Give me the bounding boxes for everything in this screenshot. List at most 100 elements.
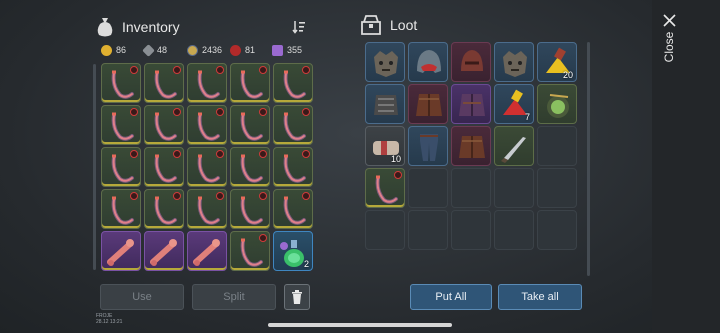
red-helmet-icon bbox=[461, 50, 483, 71]
new-item-badge bbox=[216, 66, 224, 74]
red-token-icon bbox=[230, 44, 241, 56]
delete-button[interactable] bbox=[284, 284, 310, 310]
loot-slot-empty[interactable] bbox=[537, 168, 577, 208]
loot-slot-red-helmet[interactable] bbox=[451, 42, 491, 82]
loot-scrollbar[interactable] bbox=[587, 42, 590, 276]
bone-icon bbox=[107, 239, 134, 266]
device-info: FROJE 28.12 13:21 bbox=[96, 313, 122, 325]
inventory-slot-horn[interactable] bbox=[187, 63, 227, 103]
inventory-slot-horn[interactable] bbox=[144, 189, 184, 229]
new-item-badge bbox=[216, 108, 224, 116]
inventory-slot-horn[interactable] bbox=[273, 63, 313, 103]
loot-slot-green-orb[interactable] bbox=[537, 84, 577, 124]
inventory-slot-horn[interactable] bbox=[230, 105, 270, 145]
inventory-slot-horn[interactable] bbox=[187, 189, 227, 229]
inventory-slot-horn[interactable] bbox=[273, 189, 313, 229]
inventory-slot-bone[interactable] bbox=[187, 231, 227, 271]
inventory-slot-horn[interactable] bbox=[187, 147, 227, 187]
new-item-badge bbox=[173, 108, 181, 116]
inventory-title: Inventory bbox=[122, 19, 180, 35]
loot-slot-empty[interactable] bbox=[408, 210, 448, 250]
inventory-slot-bone[interactable] bbox=[101, 231, 141, 271]
loot-slot-empty[interactable] bbox=[494, 168, 534, 208]
item-quantity: 10 bbox=[390, 154, 401, 164]
new-item-badge bbox=[173, 150, 181, 158]
loot-slot-empty[interactable] bbox=[537, 126, 577, 166]
loot-slot-wolf-helmet[interactable] bbox=[494, 42, 534, 82]
inventory-slot-horn[interactable] bbox=[230, 189, 270, 229]
loot-slot-leather-jacket[interactable] bbox=[451, 126, 491, 166]
inventory-slot-horn[interactable] bbox=[273, 147, 313, 187]
currency-value: 81 bbox=[245, 45, 256, 55]
inventory-slot-horn[interactable] bbox=[144, 105, 184, 145]
loot-slot-bandage[interactable]: 10 bbox=[365, 126, 405, 166]
loot-header: Loot bbox=[360, 14, 417, 36]
loot-slot-hood[interactable] bbox=[408, 42, 448, 82]
inventory-slot-horn[interactable] bbox=[230, 231, 270, 271]
loot-slot-chest-armor[interactable] bbox=[365, 84, 405, 124]
device-timestamp: 28.12 13:21 bbox=[96, 319, 123, 325]
close-label[interactable]: Close bbox=[662, 23, 676, 71]
new-item-badge bbox=[259, 150, 267, 158]
home-indicator[interactable] bbox=[268, 323, 452, 327]
loot-title: Loot bbox=[390, 17, 418, 33]
currency-value: 48 bbox=[157, 45, 168, 55]
inventory-slot-horn[interactable] bbox=[144, 147, 184, 187]
put-all-button[interactable]: Put All bbox=[410, 284, 492, 310]
inventory-slot-horn[interactable] bbox=[230, 63, 270, 103]
inventory-scrollbar[interactable] bbox=[93, 64, 96, 270]
new-item-badge bbox=[259, 192, 267, 200]
inventory-slot-bone[interactable] bbox=[144, 231, 184, 271]
loot-slot-empty[interactable] bbox=[451, 210, 491, 250]
inventory-slot-horn[interactable] bbox=[101, 105, 141, 145]
new-item-badge bbox=[130, 108, 138, 116]
use-button[interactable]: Use bbox=[100, 284, 184, 310]
leather-jacket-icon bbox=[416, 94, 442, 116]
item-quantity: 7 bbox=[524, 112, 530, 122]
loot-slot-yellow-powder[interactable]: 20 bbox=[537, 42, 577, 82]
inventory-slot-horn[interactable] bbox=[101, 189, 141, 229]
loot-slot-empty[interactable] bbox=[537, 210, 577, 250]
loot-slot-empty[interactable] bbox=[494, 210, 534, 250]
inventory-slot-potion[interactable]: 2 bbox=[273, 231, 313, 271]
hood-icon bbox=[417, 50, 441, 73]
violet-jacket-icon bbox=[459, 94, 485, 116]
bone-icon bbox=[150, 239, 177, 266]
loot-slot-wolf-helmet[interactable] bbox=[365, 42, 405, 82]
inventory-slot-horn[interactable] bbox=[187, 105, 227, 145]
loot-slot-horn[interactable] bbox=[365, 168, 405, 208]
wolf-helmet-icon bbox=[374, 51, 398, 77]
loot-slot-pants[interactable] bbox=[408, 126, 448, 166]
trash-icon bbox=[292, 290, 302, 304]
new-item-badge bbox=[216, 192, 224, 200]
gold-coin-icon bbox=[101, 44, 112, 56]
loot-slot-empty[interactable] bbox=[408, 168, 448, 208]
item-quantity: 20 bbox=[562, 70, 573, 80]
loot-slot-empty[interactable] bbox=[451, 168, 491, 208]
item-quantity: 2 bbox=[303, 259, 309, 269]
bone-icon bbox=[193, 239, 220, 266]
knife-icon bbox=[501, 137, 526, 163]
new-item-badge bbox=[302, 108, 310, 116]
take-all-button[interactable]: Take all bbox=[498, 284, 582, 310]
inventory-slot-horn[interactable] bbox=[101, 63, 141, 103]
currency-silver: 2436 bbox=[187, 41, 222, 59]
split-button[interactable]: Split bbox=[192, 284, 276, 310]
new-item-badge bbox=[259, 66, 267, 74]
loot-slot-violet-jacket[interactable] bbox=[451, 84, 491, 124]
sort-icon[interactable] bbox=[292, 20, 306, 34]
loot-slot-red-powder[interactable]: 7 bbox=[494, 84, 534, 124]
currency-gem: 48 bbox=[142, 41, 168, 59]
new-item-badge bbox=[394, 171, 402, 179]
inventory-slot-horn[interactable] bbox=[273, 105, 313, 145]
loot-slot-knife[interactable] bbox=[494, 126, 534, 166]
new-item-badge bbox=[259, 108, 267, 116]
inventory-slot-horn[interactable] bbox=[101, 147, 141, 187]
loot-slot-leather-jacket[interactable] bbox=[408, 84, 448, 124]
inventory-slot-horn[interactable] bbox=[230, 147, 270, 187]
loot-slot-empty[interactable] bbox=[365, 210, 405, 250]
silver-coin-icon bbox=[187, 44, 198, 56]
pants-icon bbox=[420, 134, 438, 161]
currency-red: 81 bbox=[230, 41, 255, 59]
inventory-slot-horn[interactable] bbox=[144, 63, 184, 103]
